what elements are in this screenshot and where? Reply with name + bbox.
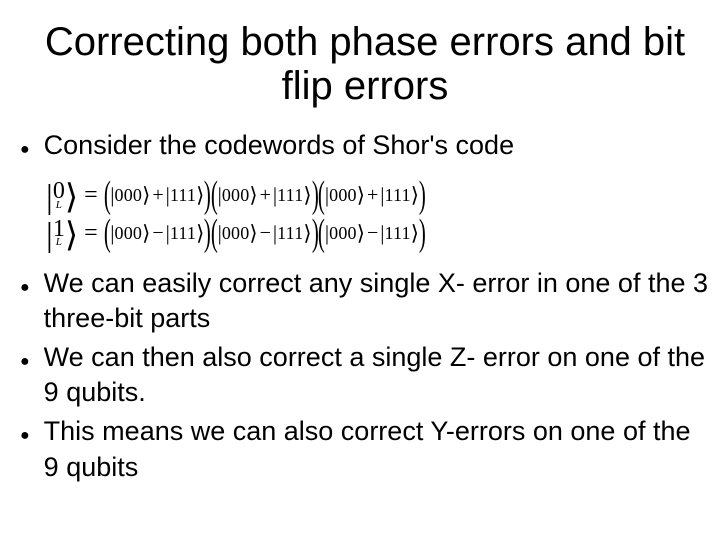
bullet-text: Consider the codewords of Shor's code — [44, 128, 514, 163]
bullet-text: This means we can also correct Y-errors … — [44, 414, 710, 484]
factor-1: ( |000⟩ − |111⟩ ) — [104, 221, 211, 246]
bullet-list: ● Consider the codewords of Shor's code — [20, 128, 710, 163]
bullet-item-1: ● Consider the codewords of Shor's code — [20, 128, 710, 163]
equation-0L: | 0 L ⟩ = ( |000⟩ + |111⟩ ) ( |000⟩ + |1… — [46, 181, 710, 210]
bullet-icon: ● — [20, 140, 30, 161]
equals-sign: = — [84, 182, 98, 209]
bullet-icon: ● — [20, 352, 30, 373]
factor-3: ( |000⟩ − |111⟩ ) — [318, 221, 425, 246]
bullet-item-4: ● This means we can also correct Y-error… — [20, 414, 710, 484]
bullet-text: We can easily correct any single X- erro… — [44, 266, 710, 336]
bullet-icon: ● — [20, 426, 30, 447]
bullet-text: We can then also correct a single Z- err… — [44, 340, 710, 410]
factor-2: ( |000⟩ + |111⟩ ) — [211, 183, 318, 208]
bullet-list-2: ● We can easily correct any single X- er… — [20, 266, 710, 485]
ket-1L: | 1 L ⟩ — [46, 219, 78, 248]
factor-3: ( |000⟩ + |111⟩ ) — [318, 183, 425, 208]
slide: Correcting both phase errors and bit fli… — [0, 0, 720, 540]
equals-sign: = — [84, 220, 98, 247]
ket-0L: | 0 L ⟩ — [46, 181, 78, 210]
bullet-icon: ● — [20, 278, 30, 299]
equation-1L: | 1 L ⟩ = ( |000⟩ − |111⟩ ) ( |000⟩ − |1… — [46, 219, 710, 248]
bullet-item-3: ● We can then also correct a single Z- e… — [20, 340, 710, 410]
factor-1: ( |000⟩ + |111⟩ ) — [104, 183, 211, 208]
slide-title: Correcting both phase errors and bit fli… — [20, 20, 710, 108]
factor-2: ( |000⟩ − |111⟩ ) — [211, 221, 318, 246]
bullet-item-2: ● We can easily correct any single X- er… — [20, 266, 710, 336]
equation-block: | 0 L ⟩ = ( |000⟩ + |111⟩ ) ( |000⟩ + |1… — [46, 181, 710, 248]
